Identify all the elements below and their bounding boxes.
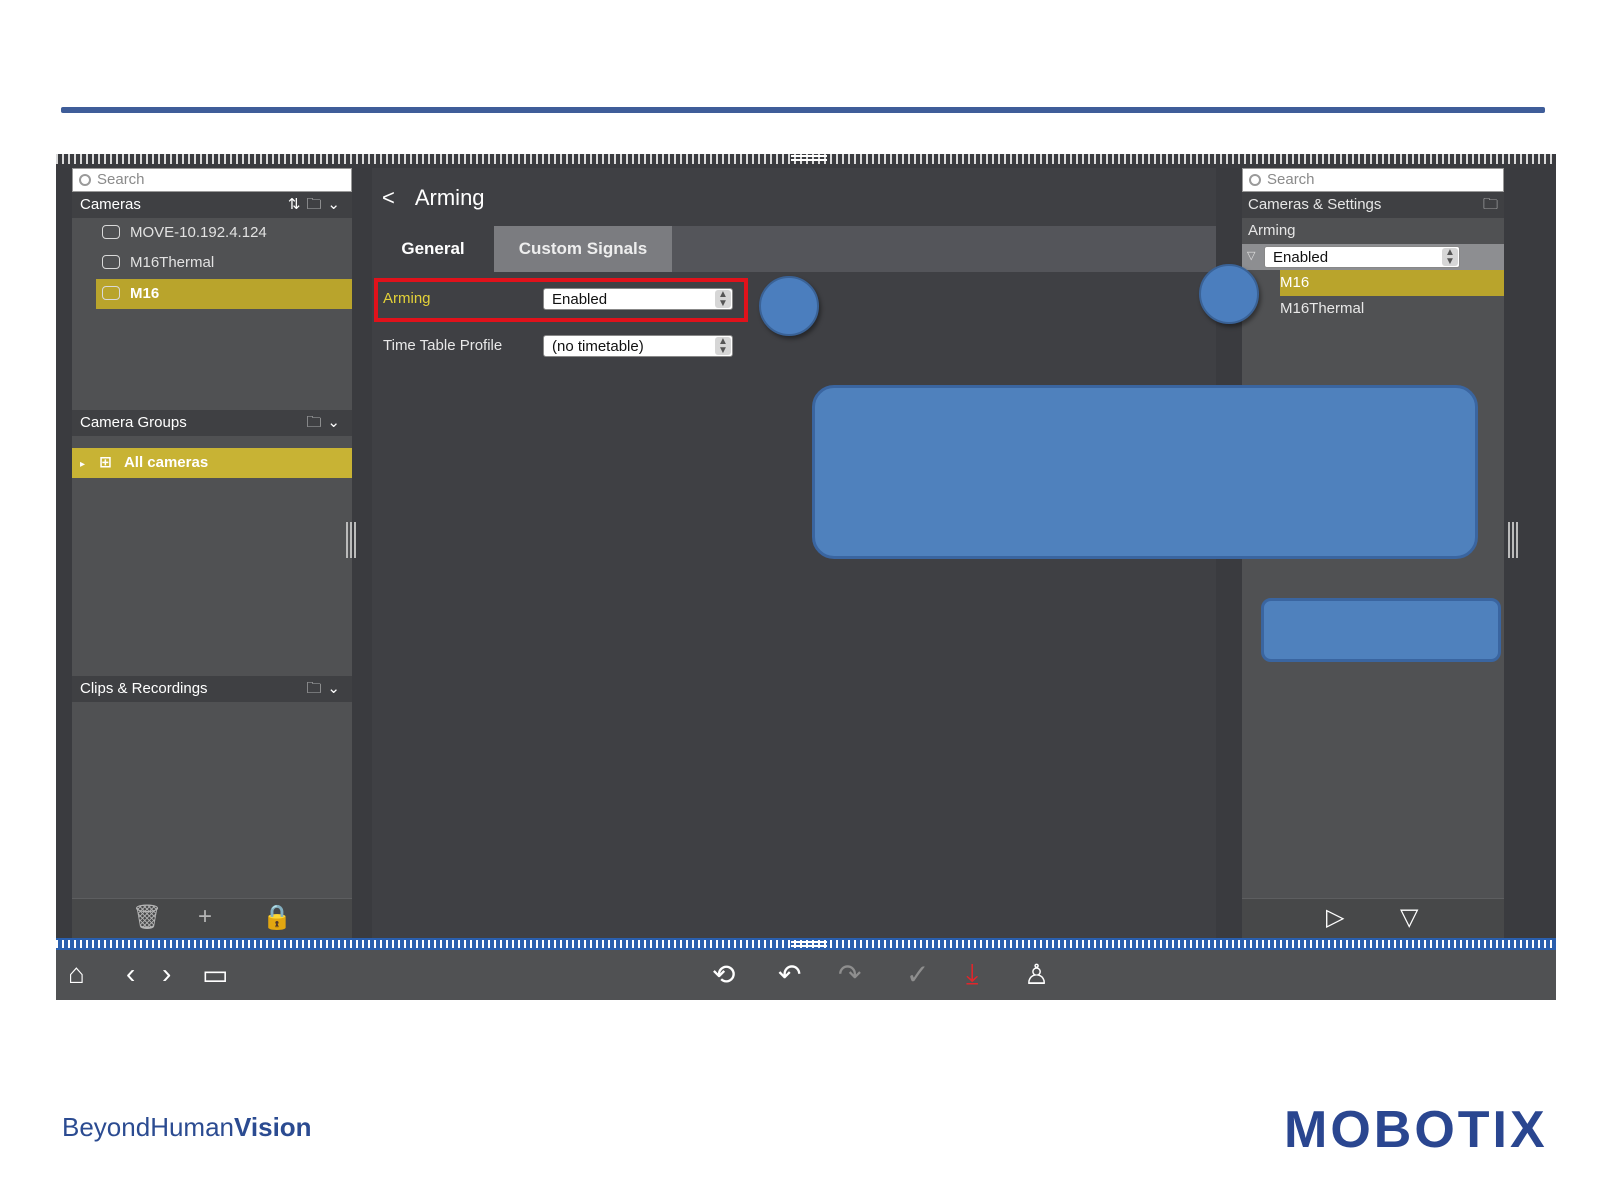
splitter-grip-icon[interactable] — [791, 154, 827, 162]
expand-triangle-icon[interactable]: ▸ — [80, 459, 85, 470]
main-toolbar: ⌂ ‹ › ▭ ⟲ ↶ ↷ ✓ ⤓ ♙ — [56, 950, 1556, 1000]
back-chevron-icon[interactable]: < — [382, 178, 395, 218]
tab-general[interactable]: General — [372, 226, 494, 272]
redo-icon[interactable]: ↷ — [838, 958, 861, 991]
home-icon[interactable]: ⌂ — [68, 958, 85, 990]
forward-chevron-icon[interactable]: › — [162, 958, 171, 990]
stepper-icon[interactable]: ▲ ▼ — [715, 337, 731, 356]
camera-search-input[interactable]: Search — [72, 168, 352, 192]
camera-name: M16Thermal — [130, 254, 215, 271]
tagline-beyond: Beyond — [62, 1112, 151, 1142]
collapse-triangle-icon[interactable]: ▽ — [1247, 249, 1255, 262]
stepper-icon[interactable]: ▲ ▼ — [1442, 248, 1458, 267]
time-table-select-value: (no timetable) — [552, 338, 644, 355]
add-icon[interactable]: + — [198, 903, 212, 931]
page-title: < Arming — [382, 178, 485, 218]
tab-custom-signals[interactable]: Custom Signals — [494, 226, 672, 272]
chevron-down-icon[interactable]: ⌄ — [327, 680, 346, 697]
cameras-section-header[interactable]: Cameras ⇅🗀⌄ — [72, 192, 352, 218]
camera-item-m16[interactable]: M16 — [96, 279, 352, 309]
chevron-down-icon[interactable]: ⌄ — [327, 414, 346, 431]
right-panel-footer: ▷ ▽ — [1242, 898, 1504, 939]
clips-recordings-header[interactable]: Clips & Recordings 🗀⌄ — [72, 676, 352, 702]
lock-icon[interactable]: 🔒 — [262, 903, 292, 932]
apply-check-icon[interactable]: ✓ — [906, 958, 929, 991]
header-rule — [61, 107, 1545, 113]
add-folder-icon[interactable]: 🗀 — [306, 414, 327, 431]
save-download-icon[interactable]: ⤓ — [966, 958, 978, 991]
search-placeholder: Search — [97, 171, 145, 188]
arming-filter-row: ▽ Enabled ▲ ▼ — [1242, 244, 1504, 270]
group-name: All cameras — [123, 454, 209, 471]
back-chevron-icon[interactable]: ‹ — [126, 958, 135, 990]
camera-icon — [102, 255, 120, 269]
tagline: BeyondHumanVision — [62, 1112, 312, 1143]
undo-icon[interactable]: ↶ — [778, 958, 801, 991]
group-all-cameras[interactable]: ▸ ⊞ All cameras — [72, 448, 352, 478]
dome-camera-icon — [102, 225, 120, 239]
settings-item-m16[interactable]: M16 — [1280, 270, 1504, 296]
play-icon[interactable]: ▷ — [1326, 903, 1344, 932]
clips-label: Clips & Recordings — [80, 680, 208, 697]
left-panel: Search Cameras ⇅🗀⌄ MOVE-10.192.4.124 M16… — [72, 168, 352, 939]
add-folder-icon[interactable]: 🗀 — [1483, 192, 1498, 218]
right-splitter-grip[interactable] — [1508, 522, 1518, 558]
cameras-header-icons: ⇅🗀⌄ — [288, 192, 346, 218]
settings-search-input[interactable]: Search — [1242, 168, 1504, 192]
callout-marker-2 — [1199, 264, 1259, 324]
cameras-settings-label: Cameras & Settings — [1248, 196, 1382, 213]
callout-box-small — [1261, 598, 1501, 662]
bottom-splitter[interactable] — [56, 938, 1556, 950]
settings-item-m16thermal[interactable]: M16Thermal — [1280, 296, 1364, 322]
trash-icon[interactable]: 🗑 — [132, 903, 162, 932]
triangle-down-icon[interactable]: ▽ — [1400, 903, 1418, 932]
camera-item-m16thermal[interactable]: M16Thermal — [102, 248, 352, 278]
left-panel-footer: 🗑 + 🔒 — [72, 898, 352, 939]
tagline-human: Human — [150, 1112, 235, 1142]
title-text: Arming — [414, 185, 485, 210]
groups-header-icons: 🗀⌄ — [306, 410, 346, 436]
search-placeholder: Search — [1267, 171, 1315, 188]
top-splitter[interactable] — [56, 154, 1556, 164]
time-table-select[interactable]: (no timetable) ▲ ▼ — [543, 335, 733, 357]
add-folder-icon[interactable]: 🗀 — [306, 196, 327, 213]
add-folder-icon[interactable]: 🗀 — [306, 680, 327, 697]
tab-bar: General Custom Signals — [372, 226, 1216, 272]
search-icon — [1249, 174, 1261, 186]
left-splitter-grip[interactable] — [346, 522, 356, 558]
arming-filter-select[interactable]: Enabled ▲ ▼ — [1264, 246, 1460, 268]
camera-groups-header[interactable]: Camera Groups 🗀⌄ — [72, 410, 352, 436]
cameras-label: Cameras — [80, 196, 141, 213]
search-icon — [79, 174, 91, 186]
camera-name: MOVE-10.192.4.124 — [130, 224, 267, 241]
callout-marker-1 — [759, 276, 819, 336]
camera-icon — [102, 286, 120, 300]
tagline-vision: Vision — [234, 1112, 312, 1142]
user-star-icon[interactable]: ♙ — [1024, 958, 1049, 991]
callout-box-large — [812, 385, 1478, 559]
mobotix-logo: MOBOTIX — [1284, 1101, 1548, 1159]
camera-name: M16 — [130, 285, 160, 302]
arming-filter-value: Enabled — [1273, 249, 1329, 266]
camera-view-icon[interactable]: ▭ — [202, 958, 228, 991]
clips-header-icons: 🗀⌄ — [306, 676, 346, 702]
reload-icon[interactable]: ⟲ — [712, 958, 735, 991]
chevron-down-icon[interactable]: ⌄ — [327, 196, 346, 213]
highlight-frame — [374, 278, 748, 322]
sort-icon[interactable]: ⇅ — [288, 196, 307, 213]
time-table-label: Time Table Profile — [383, 337, 503, 354]
cameras-settings-header[interactable]: Cameras & Settings 🗀 — [1242, 192, 1504, 218]
camera-item-move[interactable]: MOVE-10.192.4.124 — [102, 218, 352, 248]
grid-icon: ⊞ — [99, 454, 112, 471]
splitter-grip-icon[interactable] — [791, 940, 827, 948]
arming-section: Arming — [1248, 222, 1296, 239]
camera-groups-label: Camera Groups — [80, 414, 187, 431]
